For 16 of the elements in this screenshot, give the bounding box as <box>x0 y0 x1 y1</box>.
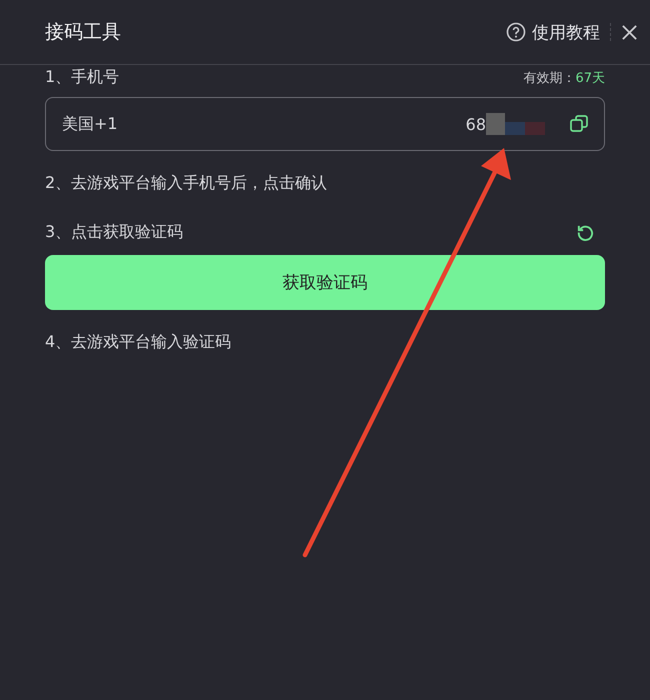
validity-text: 有效期：67天 <box>523 70 605 86</box>
copy-icon[interactable] <box>570 115 588 133</box>
country-code: 美国+1 <box>62 114 118 134</box>
get-code-button[interactable]: 获取验证码 <box>45 255 605 310</box>
step-label: 2、去游戏平台输入手机号后，点击确认 <box>45 173 328 194</box>
help-link[interactable]: 使用教程 <box>506 20 600 44</box>
step-label: 1、手机号 <box>45 67 120 88</box>
refresh-icon[interactable] <box>576 223 595 242</box>
step-label: 3、点击获取验证码 <box>45 222 184 243</box>
step-label: 4、去游戏平台输入验证码 <box>45 332 232 353</box>
redaction-mark <box>486 113 545 135</box>
phone-number: 68 <box>466 114 486 134</box>
close-icon[interactable] <box>621 24 638 40</box>
phone-field[interactable]: 美国+1 68 <box>45 97 605 151</box>
help-icon <box>506 22 526 42</box>
window-title: 接码工具 <box>45 20 121 45</box>
